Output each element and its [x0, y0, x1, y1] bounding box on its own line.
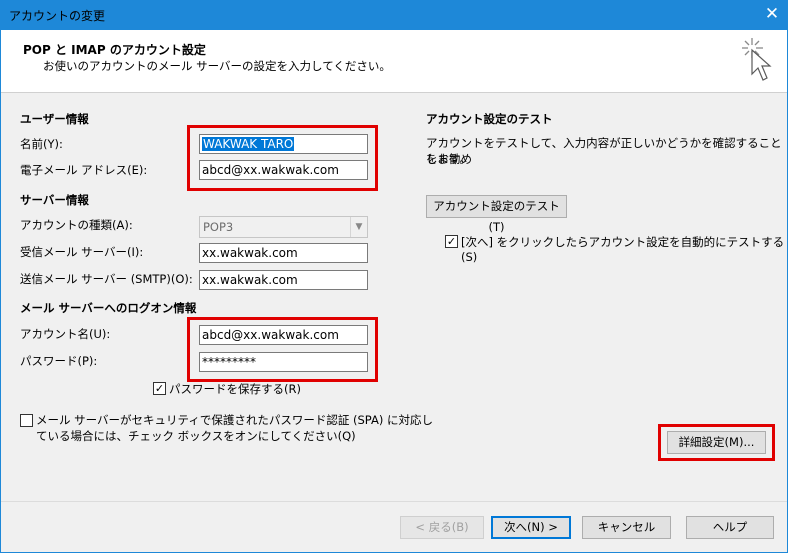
- logon-info-heading: メール サーバーへのログオン情報: [20, 301, 197, 315]
- incoming-server-input[interactable]: xx.wakwak.com: [199, 243, 368, 263]
- account-name-label: アカウント名(U):: [20, 327, 111, 341]
- outgoing-server-label: 送信メール サーバー (SMTP)(O):: [20, 272, 193, 286]
- incoming-server-label: 受信メール サーバー(I):: [20, 245, 144, 259]
- window-title: アカウントの変更: [9, 9, 106, 23]
- cancel-button[interactable]: キャンセル: [582, 516, 671, 539]
- test-desc-line1: アカウントをテストして、入力内容が正しいかどうかを確認することをお勧め: [426, 136, 782, 166]
- highlight-user-info: [187, 125, 378, 191]
- spa-label-line1: メール サーバーがセキュリティで保護されたパスワード認証 (SPA) に対応し: [36, 413, 433, 427]
- account-type-label: アカウントの種類(A):: [20, 218, 133, 232]
- name-label: 名前(Y):: [20, 137, 63, 151]
- auto-test-checkbox[interactable]: ✓: [445, 235, 458, 248]
- auto-test-label-line2: (S): [461, 250, 478, 264]
- account-type-value: POP3: [203, 220, 234, 234]
- title-bar: [0, 0, 788, 30]
- save-password-checkbox[interactable]: ✓: [153, 382, 166, 395]
- close-icon[interactable]: ✕: [763, 4, 781, 24]
- frame-left: [0, 92, 1, 553]
- sparkle-cursor-icon: [742, 38, 772, 81]
- account-type-select: POP3 ▼: [199, 216, 368, 238]
- highlight-advanced: [658, 424, 775, 461]
- test-desc-line2: します。: [426, 152, 471, 166]
- chevron-down-icon: ▼: [350, 217, 367, 237]
- footer-separator: [1, 501, 787, 502]
- back-button: < 戻る(B): [400, 516, 484, 539]
- test-account-button[interactable]: アカウント設定のテスト(T): [426, 195, 567, 234]
- header-subtitle: お使いのアカウントのメール サーバーの設定を入力してください。: [43, 59, 391, 73]
- next-button[interactable]: 次へ(N) >: [491, 516, 571, 539]
- spa-label-line2: ている場合には、チェック ボックスをオンにしてください(Q): [36, 429, 356, 443]
- server-info-heading: サーバー情報: [20, 193, 89, 207]
- auto-test-label-line1: [次へ] をクリックしたらアカウント設定を自動的にテストする: [461, 235, 785, 249]
- save-password-label: パスワードを保存する(R): [169, 382, 301, 396]
- header-separator: [1, 92, 787, 93]
- email-label: 電子メール アドレス(E):: [20, 163, 148, 177]
- highlight-logon-info: [187, 317, 378, 382]
- header-title: POP と IMAP のアカウント設定: [23, 43, 206, 57]
- spa-checkbox[interactable]: [20, 414, 33, 427]
- user-info-heading: ユーザー情報: [20, 112, 89, 126]
- outgoing-server-input[interactable]: xx.wakwak.com: [199, 270, 368, 290]
- help-button[interactable]: ヘルプ: [686, 516, 774, 539]
- password-label: パスワード(P):: [20, 354, 98, 368]
- test-heading: アカウント設定のテスト: [426, 112, 553, 126]
